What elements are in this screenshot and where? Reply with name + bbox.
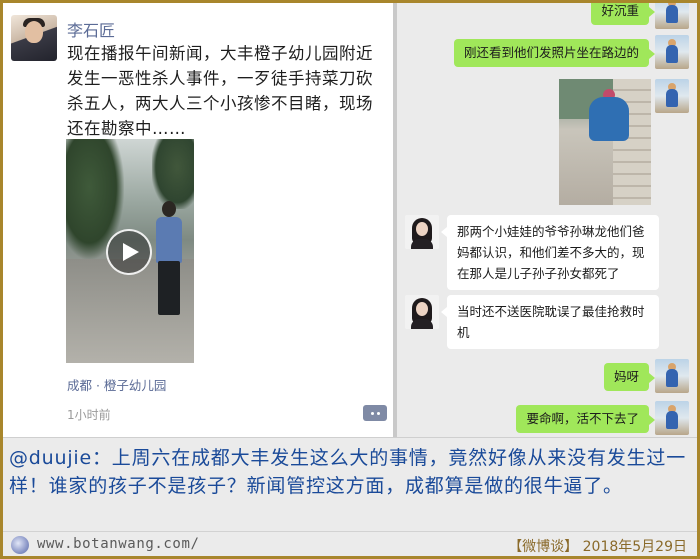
chat-message-sent[interactable]: 好沉重 (591, 3, 655, 25)
user-avatar-icon[interactable] (655, 401, 689, 435)
chat-message-sent[interactable]: 要命啊，活不下去了 (516, 405, 655, 433)
chat-message-received[interactable]: 那两个小娃娃的爷爷孙琳龙他们爸妈都认识，和他们差不多大的，现在那人是儿子孙子孙女… (441, 215, 659, 290)
post-text: 现在播报午间新闻，大丰橙子幼儿园附近发生一恶性杀人事件，一歹徒手持菜刀砍杀五人，… (67, 44, 373, 138)
author-avatar[interactable] (11, 15, 57, 61)
site-url[interactable]: www.botanwang.com/ (37, 536, 200, 552)
contact-avatar-icon[interactable] (405, 215, 439, 249)
play-icon[interactable] (106, 229, 152, 275)
chat-message-sent[interactable]: 妈呀 (603, 363, 656, 391)
user-avatar-icon[interactable] (655, 3, 689, 29)
chat-message-received[interactable]: 当时还不送医院耽误了最佳抢救时机 (441, 295, 659, 349)
chat-panel: 好沉重 刚还看到他们发照片坐在路边的 那两个小娃娃的爷爷孙琳龙他们爸妈都认识，和… (397, 3, 697, 437)
site-logo-icon (11, 536, 29, 554)
user-avatar-icon[interactable] (655, 359, 689, 393)
user-avatar-icon[interactable] (655, 35, 689, 69)
screenshot-frame: 李石匠 现在播报午间新闻，大丰橙子幼儿园附近发生一恶性杀人事件，一歹徒手持菜刀砍… (3, 3, 697, 556)
footer-bar: www.botanwang.com/ 【微博谈】 2018年5月29日 (3, 531, 697, 556)
author-name[interactable]: 李石匠 (67, 17, 115, 41)
caption-box: @duujie：上周六在成都大丰发生这么大的事情，竟然好像从来没有发生过一样！谁… (3, 437, 697, 531)
caption-text: @duujie：上周六在成都大丰发生这么大的事情，竟然好像从来没有发生过一样！谁… (9, 447, 686, 497)
chat-photo[interactable] (559, 79, 651, 205)
post-time: 1小时前 (67, 408, 111, 422)
moments-post: 李石匠 现在播报午间新闻，大丰橙子幼儿园附近发生一恶性杀人事件，一歹徒手持菜刀砍… (3, 3, 393, 437)
comment-more-icon[interactable] (363, 405, 387, 421)
video-thumbnail[interactable] (66, 139, 194, 363)
user-avatar-icon[interactable] (655, 79, 689, 113)
post-location[interactable]: 成都 · 橙子幼儿园 (67, 375, 166, 394)
source-date: 【微博谈】 2018年5月29日 (508, 539, 687, 555)
contact-avatar-icon[interactable] (405, 295, 439, 329)
chat-message-sent[interactable]: 刚还看到他们发照片坐在路边的 (453, 39, 656, 67)
